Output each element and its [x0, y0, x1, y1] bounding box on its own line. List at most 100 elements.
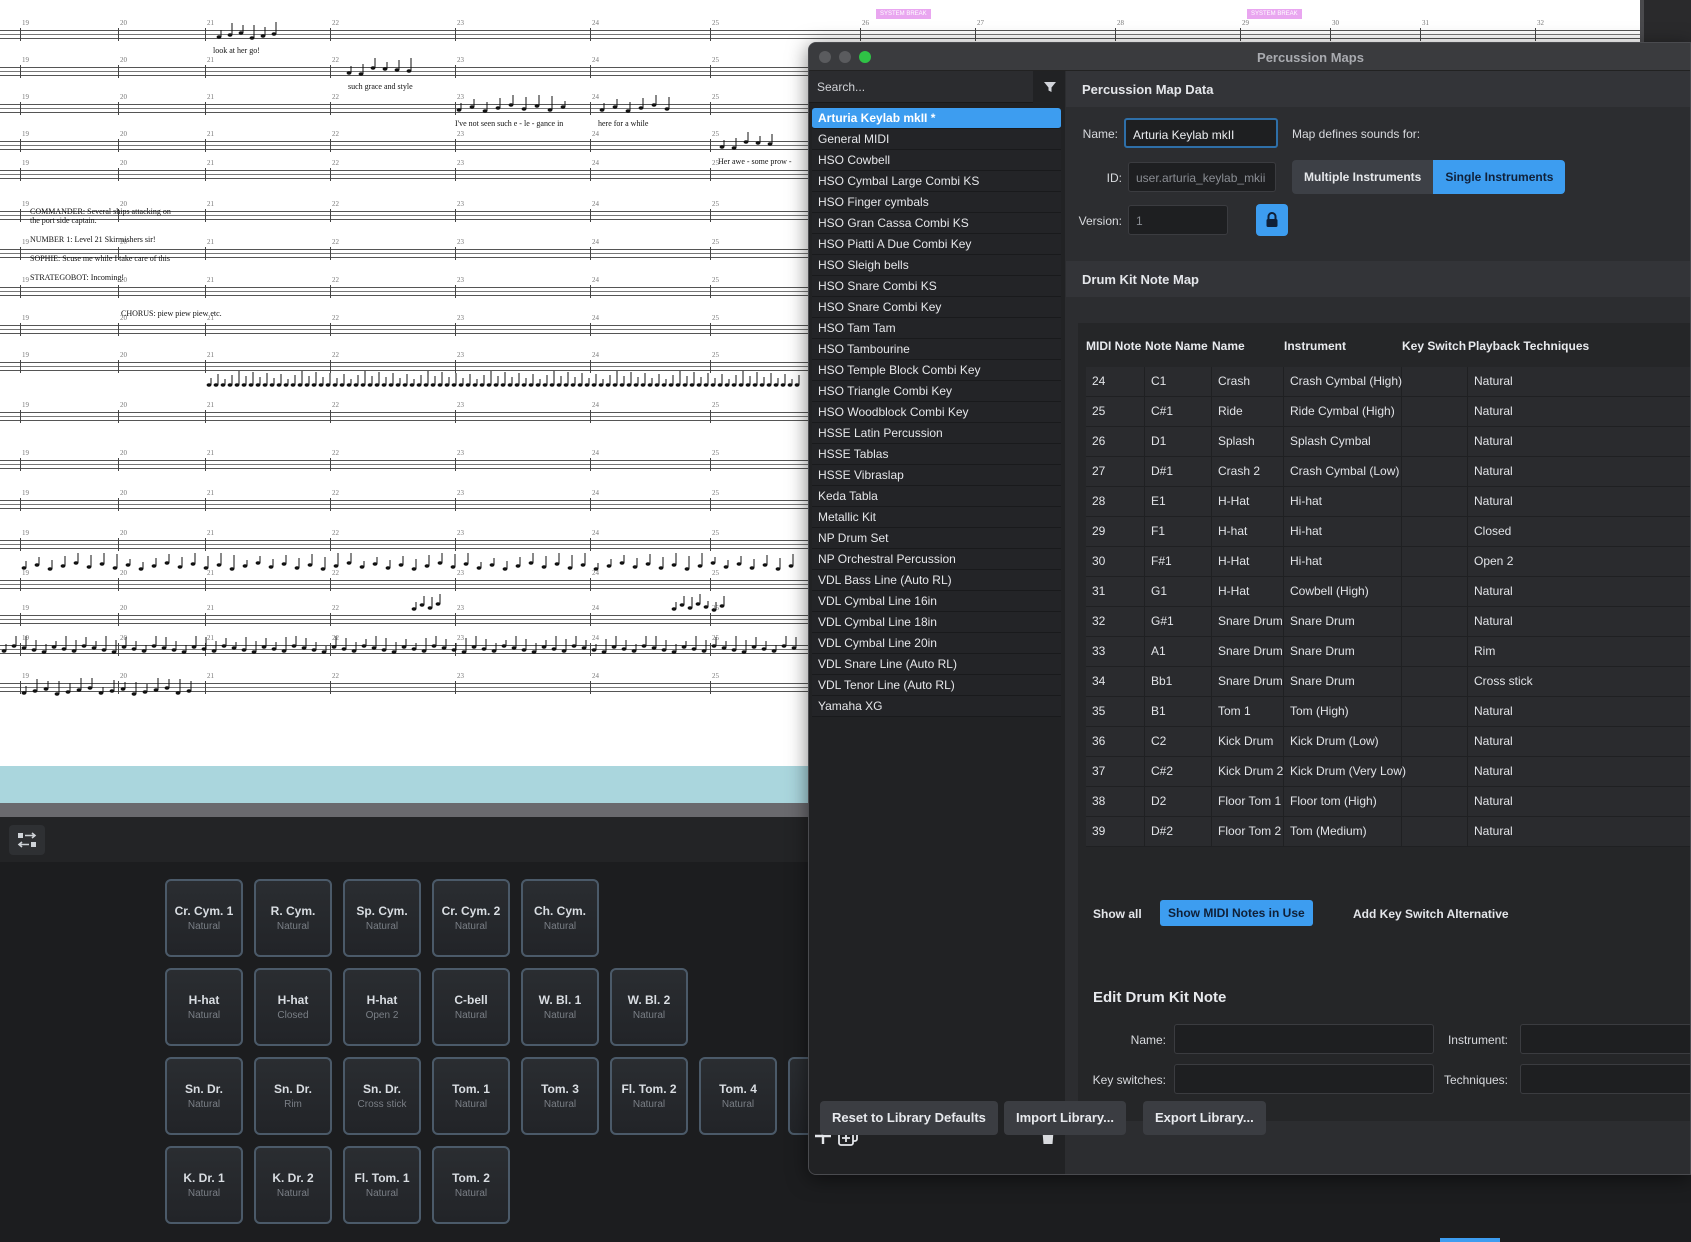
column-header[interactable]: Note Name: [1145, 339, 1208, 353]
map-list-item[interactable]: HSSE Latin Percussion: [812, 423, 1061, 444]
drum-pad[interactable]: H-hat Closed: [254, 968, 332, 1046]
drum-pad[interactable]: K. Dr. 2 Natural: [254, 1146, 332, 1224]
map-list-item[interactable]: VDL Tenor Line (Auto RL): [812, 675, 1061, 696]
table-row[interactable]: 38 D2 Floor Tom 1 Floor tom (High) Natural: [1086, 787, 1690, 817]
table-row[interactable]: 29 F1 H-hat Hi-hat Closed: [1086, 517, 1690, 547]
bar-number: 24: [592, 401, 599, 409]
map-list-item[interactable]: VDL Snare Line (Auto RL): [812, 654, 1061, 675]
drum-pad[interactable]: Sn. Dr. Rim: [254, 1057, 332, 1135]
barline: [20, 410, 21, 423]
map-list-item[interactable]: General MIDI: [812, 129, 1061, 150]
column-header[interactable]: Name: [1212, 339, 1245, 353]
map-list-item[interactable]: HSO Finger cymbals: [812, 192, 1061, 213]
drum-pad[interactable]: Fl. Tom. 2 Natural: [610, 1057, 688, 1135]
map-list-item[interactable]: HSO Tambourine: [812, 339, 1061, 360]
map-list-item[interactable]: HSSE Tablas: [812, 444, 1061, 465]
table-row[interactable]: 33 A1 Snare Drum Snare Drum Rim: [1086, 637, 1690, 667]
barline: [205, 209, 206, 222]
drum-pad[interactable]: Cr. Cym. 1 Natural: [165, 879, 243, 957]
map-list-item[interactable]: Metallic Kit: [812, 507, 1061, 528]
table-row[interactable]: 34 Bb1 Snare Drum Snare Drum Cross stick: [1086, 667, 1690, 697]
map-list-item[interactable]: HSO Woodblock Combi Key: [812, 402, 1061, 423]
drum-pad[interactable]: Tom. 3 Natural: [521, 1057, 599, 1135]
drum-pad[interactable]: C-bell Natural: [432, 968, 510, 1046]
search-input[interactable]: Search...: [809, 71, 1033, 103]
map-list-item[interactable]: HSSE Vibraslap: [812, 465, 1061, 486]
drum-pad[interactable]: K. Dr. 1 Natural: [165, 1146, 243, 1224]
drum-pad[interactable]: Tom. 4 Natural: [699, 1057, 777, 1135]
column-header[interactable]: Key Switch: [1402, 339, 1466, 353]
panel-toggle-button[interactable]: [9, 825, 45, 855]
map-list-item[interactable]: HSO Cymbal Large Combi KS: [812, 171, 1061, 192]
drum-pad[interactable]: W. Bl. 2 Natural: [610, 968, 688, 1046]
map-list-item[interactable]: VDL Cymbal Line 16in: [812, 591, 1061, 612]
table-row[interactable]: 30 F#1 H-Hat Hi-hat Open 2: [1086, 547, 1690, 577]
map-list-item[interactable]: Yamaha XG: [812, 696, 1061, 717]
map-list-item[interactable]: HSO Snare Combi Key: [812, 297, 1061, 318]
show-all-button[interactable]: Show all: [1093, 907, 1142, 921]
table-cell: [1402, 757, 1468, 787]
drum-pad[interactable]: H-hat Natural: [165, 968, 243, 1046]
map-list-item[interactable]: HSO Sleigh bells: [812, 255, 1061, 276]
table-row[interactable]: 28 E1 H-Hat Hi-hat Natural: [1086, 487, 1690, 517]
table-row[interactable]: 25 C#1 Ride Ride Cymbal (High) Natural: [1086, 397, 1690, 427]
map-list-item[interactable]: HSO Cowbell: [812, 150, 1061, 171]
edit-key-switches-field[interactable]: [1174, 1064, 1434, 1094]
map-list-item[interactable]: HSO Snare Combi KS: [812, 276, 1061, 297]
map-list-item[interactable]: VDL Cymbal Line 20in: [812, 633, 1061, 654]
table-row[interactable]: 36 C2 Kick Drum Kick Drum (Low) Natural: [1086, 727, 1690, 757]
map-list-item[interactable]: NP Orchestral Percussion: [812, 549, 1061, 570]
lock-button[interactable]: [1256, 204, 1288, 236]
map-list-item[interactable]: HSO Triangle Combi Key: [812, 381, 1061, 402]
drum-pad[interactable]: Tom. 1 Natural: [432, 1057, 510, 1135]
show-midi-notes-in-use-button[interactable]: Show MIDI Notes in Use: [1160, 900, 1313, 926]
table-row[interactable]: 32 G#1 Snare Drum Snare Drum Natural: [1086, 607, 1690, 637]
bar-number: 25: [712, 56, 719, 64]
single-instruments-button[interactable]: Single Instruments: [1433, 160, 1566, 194]
map-list-item[interactable]: HSO Piatti A Due Combi Key: [812, 234, 1061, 255]
reset-to-library-defaults-button[interactable]: Reset to Library Defaults: [820, 1101, 998, 1135]
pad-label: Tom. 3: [541, 1082, 579, 1096]
map-list-item[interactable]: HSO Tam Tam: [812, 318, 1061, 339]
edit-instrument-field[interactable]: [1520, 1024, 1690, 1054]
filter-button[interactable]: [1037, 74, 1063, 100]
table-row[interactable]: 26 D1 Splash Splash Cymbal Natural: [1086, 427, 1690, 457]
bar-number: 22: [332, 56, 339, 64]
version-field[interactable]: 1: [1128, 205, 1228, 235]
edit-name-field[interactable]: [1174, 1024, 1434, 1054]
add-key-switch-button[interactable]: Add Key Switch Alternative: [1353, 907, 1509, 921]
export-library-button[interactable]: Export Library...: [1143, 1101, 1266, 1135]
drum-pad[interactable]: Ch. Cym. Natural: [521, 879, 599, 957]
edit-techniques-field[interactable]: [1520, 1064, 1690, 1094]
drum-pad[interactable]: H-hat Open 2: [343, 968, 421, 1046]
map-list-item[interactable]: VDL Bass Line (Auto RL): [812, 570, 1061, 591]
table-row[interactable]: 27 D#1 Crash 2 Crash Cymbal (Low) Natural: [1086, 457, 1690, 487]
drum-pad[interactable]: W. Bl. 1 Natural: [521, 968, 599, 1046]
drum-pad[interactable]: Cr. Cym. 2 Natural: [432, 879, 510, 957]
drum-pad[interactable]: Sn. Dr. Cross stick: [343, 1057, 421, 1135]
drum-pad[interactable]: Sp. Cym. Natural: [343, 879, 421, 957]
drum-pad[interactable]: Tom. 2 Natural: [432, 1146, 510, 1224]
table-row[interactable]: 37 C#2 Kick Drum 2 Kick Drum (Very Low) Natu…: [1086, 757, 1690, 787]
map-list-item[interactable]: VDL Cymbal Line 18in: [812, 612, 1061, 633]
table-row[interactable]: 39 D#2 Floor Tom 2 Tom (Medium) Natural: [1086, 817, 1690, 847]
map-list-item[interactable]: HSO Temple Block Combi Key: [812, 360, 1061, 381]
drum-pad[interactable]: R. Cym. Natural: [254, 879, 332, 957]
map-list-item[interactable]: HSO Gran Cassa Combi KS: [812, 213, 1061, 234]
map-list-item[interactable]: NP Drum Set: [812, 528, 1061, 549]
import-library-button[interactable]: Import Library...: [1004, 1101, 1126, 1135]
column-header[interactable]: Playback Techniques: [1468, 339, 1589, 353]
multiple-instruments-button[interactable]: Multiple Instruments: [1292, 160, 1434, 194]
map-list-item[interactable]: Keda Tabla: [812, 486, 1061, 507]
map-id-field[interactable]: user.arturia_keylab_mkii: [1128, 162, 1276, 192]
table-row[interactable]: 31 G1 H-Hat Cowbell (High) Natural: [1086, 577, 1690, 607]
drum-pad[interactable]: Sn. Dr. Natural: [165, 1057, 243, 1135]
map-list-item[interactable]: Arturia Keylab mkII *: [812, 108, 1061, 129]
map-name-field[interactable]: Arturia Keylab mkII: [1124, 118, 1278, 148]
drum-pad[interactable]: Fl. Tom. 1 Natural: [343, 1146, 421, 1224]
column-header[interactable]: Instrument: [1284, 339, 1346, 353]
table-row[interactable]: 24 C1 Crash Crash Cymbal (High) Natural: [1086, 367, 1690, 397]
table-cell: Tom (High): [1284, 697, 1402, 727]
column-header[interactable]: MIDI Note: [1086, 339, 1141, 353]
table-row[interactable]: 35 B1 Tom 1 Tom (High) Natural: [1086, 697, 1690, 727]
